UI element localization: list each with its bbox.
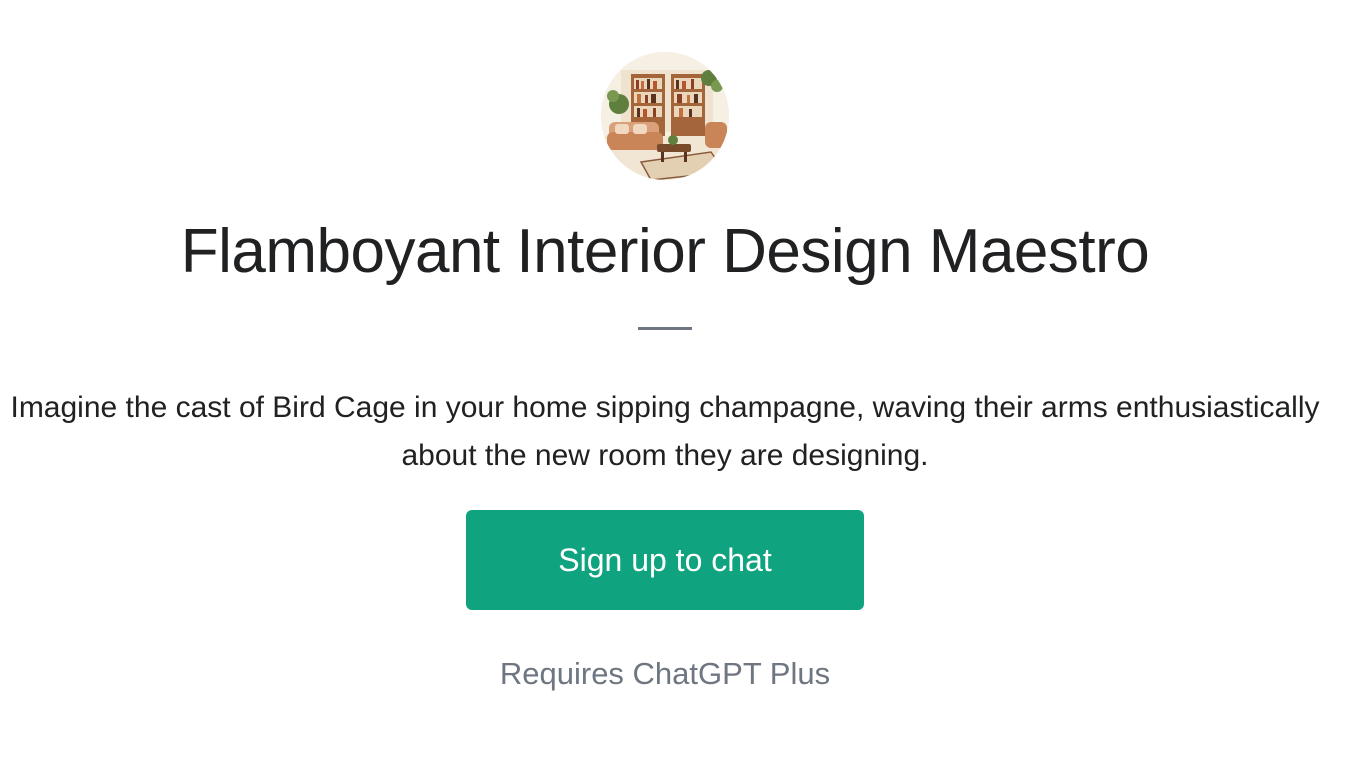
requires-plus-note: Requires ChatGPT Plus <box>499 656 831 691</box>
gpt-description-line: about the new room they are designing. <box>401 439 929 472</box>
gpt-description: Imagine the cast of Bird Cage in your ho… <box>0 384 1360 480</box>
divider <box>638 327 692 330</box>
sign-up-button[interactable]: Sign up to chat <box>466 510 864 610</box>
gpt-title: Flamboyant Interior Design Maestro <box>180 217 1150 286</box>
gpt-landing-page: Flamboyant Interior Design Maestro Imagi… <box>0 0 1360 764</box>
gpt-description-line: Imagine the cast of Bird Cage in your ho… <box>10 391 1320 424</box>
gpt-avatar <box>601 52 729 180</box>
living-room-illustration-icon <box>601 52 729 180</box>
